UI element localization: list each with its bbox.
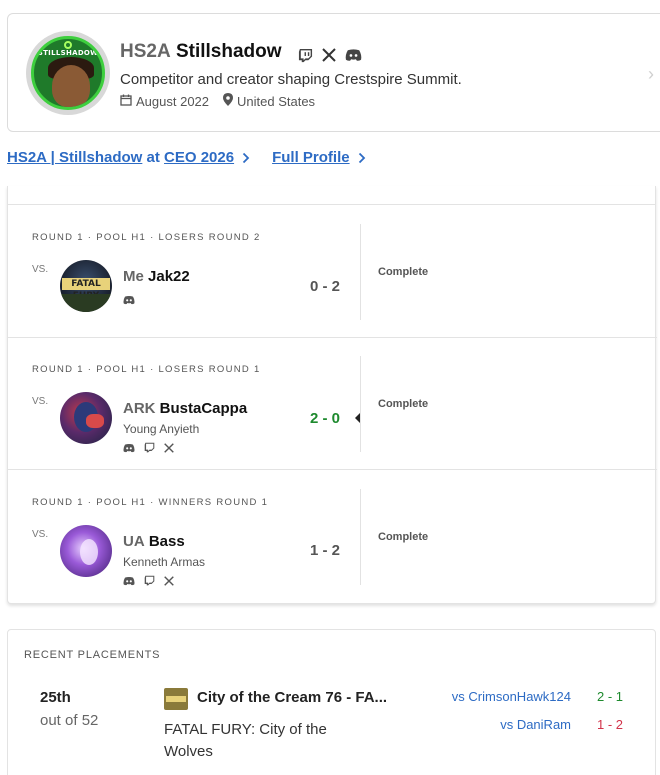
result-opponent[interactable]: vs CrimsonHawk124 — [452, 689, 571, 704]
chevron-right-icon[interactable]: › — [648, 64, 654, 85]
profile-tag: Stillshadow — [175, 41, 282, 62]
opponent-name[interactable]: ARK BustaCappa — [123, 400, 247, 417]
set-status: Complete — [378, 531, 429, 543]
profile-name: HS2A Stillshadow — [120, 41, 282, 63]
set-score: 0 - 2 — [310, 278, 341, 295]
x-icon[interactable] — [164, 440, 174, 458]
opponent-prefix: ARK — [123, 400, 156, 417]
twitch-icon[interactable] — [144, 573, 155, 591]
event-thumbnail — [164, 688, 188, 710]
result-opponent[interactable]: vs DaniRam — [500, 717, 571, 732]
opponent-social-icons — [123, 573, 174, 591]
joined-date: August 2022 — [136, 93, 210, 109]
opponent-social-icons — [123, 440, 174, 458]
opponent-avatar[interactable] — [60, 525, 112, 577]
event-profile-link-name[interactable]: HS2A | Stillshadow — [7, 149, 142, 166]
profile-bio: Competitor and creator shaping Crestspir… — [120, 71, 462, 88]
set-row[interactable]: ROUND 1 · POOL H1 · LOSERS ROUND 2 VS. F… — [8, 206, 657, 338]
set-row[interactable]: ROUND 1 · POOL H1 · WINNERS ROUND 1 VS. … — [8, 471, 657, 603]
profile-prefix: HS2A — [120, 41, 171, 62]
opponent-avatar[interactable] — [60, 392, 112, 444]
discord-icon[interactable] — [123, 292, 135, 310]
event-name[interactable]: City of the Cream 76 - FA... — [197, 689, 387, 706]
opponent-tag: Bass — [148, 533, 185, 550]
calendar-icon — [120, 94, 132, 109]
event-game: FATAL FURY: City of the Wolves — [164, 721, 327, 760]
opponent-prefix: Me — [123, 268, 144, 285]
profile-links: HS2A | Stillshadow at CEO 2026 Full Prof… — [7, 149, 366, 166]
set-score: 2 - 0 — [310, 410, 341, 427]
vs-label: VS. — [32, 529, 49, 540]
opponent-real-name: Kenneth Armas — [123, 555, 206, 569]
set-status: Complete — [378, 398, 429, 410]
opponent-tag: BustaCappa — [159, 400, 248, 417]
set-status: Complete — [378, 266, 429, 278]
profile-social-icons — [298, 48, 362, 63]
twitch-icon[interactable] — [298, 48, 313, 63]
result-score: 2 - 1 — [597, 689, 624, 704]
opponent-social-icons — [123, 292, 135, 310]
location-pin-icon — [223, 93, 234, 109]
avatar: STILLSHADOW — [26, 31, 110, 115]
set-round-label: ROUND 1 · POOL H1 · WINNERS ROUND 1 — [32, 497, 269, 508]
profile-meta: August 2022 United States — [120, 93, 315, 109]
placement-total: out of 52 — [40, 712, 99, 729]
opponent-avatar[interactable]: FATAL FURY — [60, 260, 112, 312]
chevron-right-icon — [358, 152, 365, 163]
placement-rank: 25th — [40, 689, 71, 706]
discord-icon[interactable] — [123, 440, 135, 458]
opponent-name[interactable]: UA Bass — [123, 533, 185, 550]
discord-icon[interactable] — [123, 573, 135, 591]
event-profile-link[interactable]: HS2A | Stillshadow at CEO 2026 — [7, 149, 250, 166]
event-profile-link-at: at — [146, 149, 160, 166]
vs-label: VS. — [32, 264, 49, 275]
x-icon[interactable] — [322, 48, 336, 63]
result-score: 1 - 2 — [597, 717, 624, 732]
opponent-real-name: Young Anyieth — [123, 422, 200, 436]
opponent-prefix: UA — [123, 533, 145, 550]
sets-list: ROUND 1 · POOL H1 · LOSERS ROUND 2 VS. F… — [7, 186, 657, 604]
full-profile-link[interactable]: Full Profile — [272, 149, 366, 166]
vs-label: VS. — [32, 396, 49, 407]
discord-icon[interactable] — [345, 48, 362, 63]
chevron-right-icon — [242, 152, 250, 163]
avatar-logo-text: STILLSHADOW — [37, 49, 99, 57]
recent-placements: RECENT PLACEMENTS 25th out of 52 City of… — [7, 629, 656, 775]
set-round-label: ROUND 1 · POOL H1 · LOSERS ROUND 1 — [32, 364, 261, 375]
x-icon[interactable] — [164, 573, 174, 591]
twitch-icon[interactable] — [144, 440, 155, 458]
placements-title: RECENT PLACEMENTS — [24, 649, 161, 661]
location: United States — [237, 93, 316, 109]
set-round-label: ROUND 1 · POOL H1 · LOSERS ROUND 2 — [32, 232, 261, 243]
opponent-tag: Jak22 — [148, 268, 190, 285]
set-row[interactable]: ROUND 1 · POOL H1 · LOSERS ROUND 1 VS. A… — [8, 338, 657, 470]
full-profile-link-label[interactable]: Full Profile — [272, 149, 350, 166]
set-score: 1 - 2 — [310, 542, 341, 559]
opponent-name[interactable]: Me Jak22 — [123, 268, 190, 285]
profile-card[interactable]: STILLSHADOW HS2A Stillshadow Competitor … — [7, 13, 660, 132]
event-profile-link-event[interactable]: CEO 2026 — [164, 149, 234, 166]
